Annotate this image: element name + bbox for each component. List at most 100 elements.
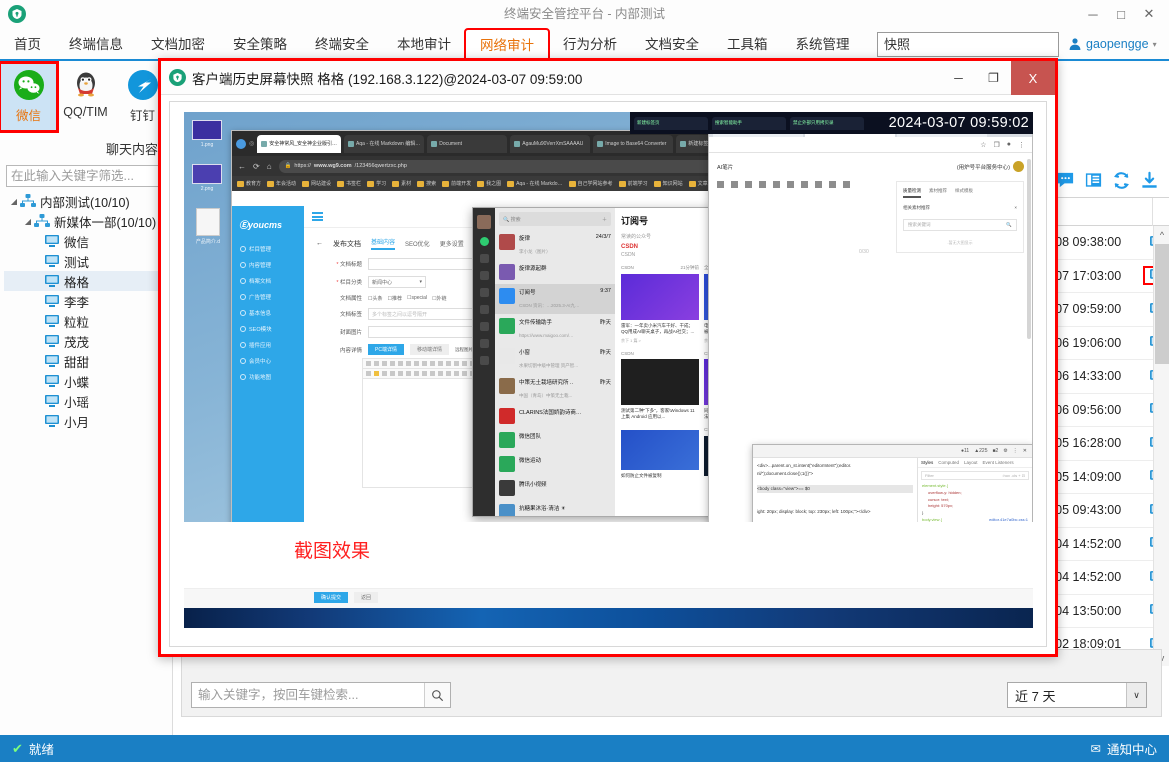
table-row[interactable]: -06 14:33:00	[1049, 360, 1169, 394]
expand-caret-icon[interactable]: ◢	[22, 217, 34, 226]
favicon-icon	[597, 140, 604, 147]
wechat-chat-item: 旋律 24/3/7 李小龙（图片）	[495, 230, 615, 260]
tree-node-label: 小蝶	[64, 375, 90, 390]
avatar	[499, 288, 515, 304]
table-row[interactable]: -07 09:59:00	[1049, 293, 1169, 327]
avatar	[499, 480, 515, 496]
tree-node-group[interactable]: ◢ 内部测试(10/10)	[4, 191, 168, 211]
snapshot-list-scrollbar[interactable]: ^ v	[1153, 226, 1169, 666]
tab-home[interactable]: 首页	[0, 28, 55, 61]
desktop-icon: 产品简介.d	[188, 208, 228, 245]
report-icon[interactable]	[1084, 171, 1103, 190]
card-text: 测试第二种"下多"，客家\Windows 11 上集 Android 应用以..…	[621, 407, 695, 419]
tree-node-device[interactable]: 小瑶	[4, 391, 168, 411]
notification-center[interactable]: ✉ 通知中心	[1091, 739, 1158, 758]
chat-name: 旋律源起群	[519, 266, 547, 272]
menu-bullet-icon	[240, 310, 246, 316]
tree-node-device[interactable]: 小月	[4, 411, 168, 431]
chat-bubble-icon[interactable]	[1056, 171, 1075, 190]
refresh-icon[interactable]	[1112, 171, 1131, 190]
global-search-input[interactable]: 快照	[877, 32, 1059, 57]
tree-filter-input[interactable]: 在此输入关键字筛选...	[6, 165, 166, 187]
tab-toolbox[interactable]: 工具箱	[713, 28, 782, 61]
error-count: ●11	[960, 448, 970, 454]
dialog-window-controls: － ❐ X	[941, 61, 1055, 95]
chevron-down-icon[interactable]: ∨	[1126, 683, 1146, 707]
table-row[interactable]: -08 09:38:00	[1049, 226, 1169, 260]
scroll-thumb[interactable]	[1155, 244, 1169, 364]
wechat-search-placeholder: 🔍 搜索	[503, 216, 521, 223]
tree-node-label: 新媒体一部(10/10)	[54, 215, 157, 230]
side-tab: 质量检测	[903, 188, 921, 198]
chrome-side-panel: 质量检测 素材推荐 样式模板 相关素材推荐 × 搜索关键词 🔍 -暂无大图显示	[896, 181, 1024, 253]
keyword-search-input[interactable]: 输入关键字，按回车键检索...	[192, 683, 424, 707]
tab-security-policy[interactable]: 安全策略	[219, 28, 301, 61]
table-row[interactable]: -04 13:50:00	[1049, 595, 1169, 628]
char-counter: 0/30	[859, 249, 869, 255]
lock-icon: 🔒	[284, 163, 292, 169]
scroll-up-arrow-icon[interactable]: ^	[1154, 226, 1169, 243]
styles-tab: Event Listeners	[982, 460, 1014, 465]
tree-node-device[interactable]: 微信	[4, 231, 168, 251]
tab-doc-encryption[interactable]: 文档加密	[137, 28, 219, 61]
table-row[interactable]: -06 09:56:00	[1049, 394, 1169, 427]
chrome-toolbar: ☆ ❐ ● ⋮	[709, 137, 1032, 153]
avatar	[499, 378, 515, 394]
settings-icon	[479, 356, 489, 365]
close-button[interactable]: ✕	[1135, 3, 1163, 25]
css-property: cursor: text;	[928, 496, 949, 502]
chat-name: 抗糖果沐浴·清洁 ☀	[519, 506, 566, 512]
expand-caret-icon[interactable]: ◢	[8, 197, 20, 206]
desktop-icon: 1.png	[190, 120, 224, 148]
tree-node-subgroup[interactable]: ◢ 新媒体一部(10/10)	[4, 211, 168, 231]
tab-system-management[interactable]: 系统管理	[782, 28, 864, 61]
avatar	[499, 408, 515, 424]
tree-node-device[interactable]: 茂茂	[4, 331, 168, 351]
tree-node-device[interactable]: 测试	[4, 251, 168, 271]
wechat-chat-item: 中策无土栽培研究所 .. 昨天 中国（青岛）中策无土栽...	[495, 374, 615, 404]
app-filter-qq[interactable]: QQ/TIM	[57, 63, 114, 131]
url-path: /123456qwertzxc.php	[354, 163, 407, 169]
table-row[interactable]: -05 16:28:00	[1049, 427, 1169, 461]
table-row[interactable]: -05 09:43:00	[1049, 494, 1169, 528]
table-row[interactable]: -05 14:09:00	[1049, 461, 1169, 494]
table-row[interactable]: -06 19:06:00	[1049, 327, 1169, 360]
dialog-maximize-button[interactable]: ❐	[976, 61, 1011, 95]
table-row[interactable]: -07 17:03:00	[1049, 260, 1169, 293]
keyword-search-box[interactable]: 输入关键字，按回车键检索...	[191, 682, 451, 708]
chat-time: 昨天	[599, 350, 611, 356]
tree-node-device[interactable]: 小蝶	[4, 371, 168, 391]
search-button[interactable]	[424, 683, 450, 707]
tree-node-device[interactable]: 李李	[4, 291, 168, 311]
dialog-minimize-button[interactable]: －	[941, 61, 976, 95]
tree-node-device-selected[interactable]: 格格	[4, 271, 168, 291]
browser-tab: AgauMu90VerrXmSAAAAU	[510, 134, 591, 153]
cms-menu-item: 会员中心	[232, 353, 304, 369]
wechat-search-box: 🔍 搜索 ＋	[499, 212, 611, 226]
tree-node-device[interactable]: 粒粒	[4, 311, 168, 331]
tab-doc-security[interactable]: 文档安全	[631, 28, 713, 61]
tree-node-device[interactable]: 甜甜	[4, 351, 168, 371]
app-filter-wechat[interactable]: 微信	[0, 61, 59, 133]
tool-icon	[829, 181, 836, 188]
css-property: overflow-y: hidden;	[928, 489, 962, 495]
tab-terminal-info[interactable]: 终端信息	[55, 28, 137, 61]
table-row[interactable]: -04 14:52:00	[1049, 561, 1169, 595]
user-icon	[1069, 38, 1081, 50]
tab-terminal-security[interactable]: 终端安全	[301, 28, 383, 61]
cms-menu-item: 广告管理	[232, 289, 304, 305]
tab-behavior-analysis[interactable]: 行为分析	[549, 28, 631, 61]
table-row[interactable]: -04 14:52:00	[1049, 528, 1169, 561]
chat-preview: CSDN 资讯：…2025.3-AI九…	[519, 303, 580, 308]
window-title: 终端安全管控平台 - 内部测试	[503, 7, 666, 21]
tab-local-audit[interactable]: 本地审计	[383, 28, 465, 61]
snapshot-table-body: -08 09:38:00 -07 17:03:00 -07 09:59:00 -…	[1049, 226, 1169, 666]
time-range-select[interactable]: 近 7 天 ∨	[1007, 682, 1147, 708]
user-account-menu[interactable]: gaopengge ▾	[1068, 34, 1157, 54]
chat-time: 昨天	[599, 320, 611, 326]
minimize-button[interactable]: －	[1079, 3, 1107, 25]
download-icon[interactable]	[1140, 171, 1159, 190]
split-screen-icon: ❐	[993, 141, 1000, 149]
dialog-close-button[interactable]: X	[1011, 61, 1055, 95]
maximize-button[interactable]: □	[1107, 3, 1135, 25]
